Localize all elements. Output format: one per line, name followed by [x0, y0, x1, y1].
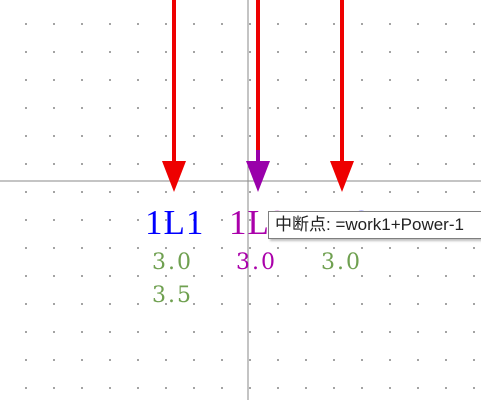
wire-1l1[interactable]: [162, 0, 186, 192]
net-1l3-value-1: 3.0: [321, 250, 362, 275]
net-label-1l1[interactable]: 1L1: [145, 203, 204, 243]
net-1l1-value-1: 3.0: [152, 250, 193, 275]
wire-1l1-arrow[interactable]: [162, 161, 186, 192]
schematic-canvas[interactable]: [0, 0, 481, 400]
net-1l1-value-2: 3.5: [152, 283, 193, 308]
breakpoint-tooltip-text: 中断点: =work1+Power-1: [275, 215, 464, 234]
wire-1l2-arrow[interactable]: [246, 161, 270, 192]
net-1l2-value-1: 3.0: [236, 250, 277, 275]
wire-1l2[interactable]: [246, 0, 270, 192]
breakpoint-tooltip: 中断点: =work1+Power-1: [268, 211, 481, 239]
wire-1l3-arrow[interactable]: [330, 161, 354, 192]
wire-1l3[interactable]: [330, 0, 354, 192]
